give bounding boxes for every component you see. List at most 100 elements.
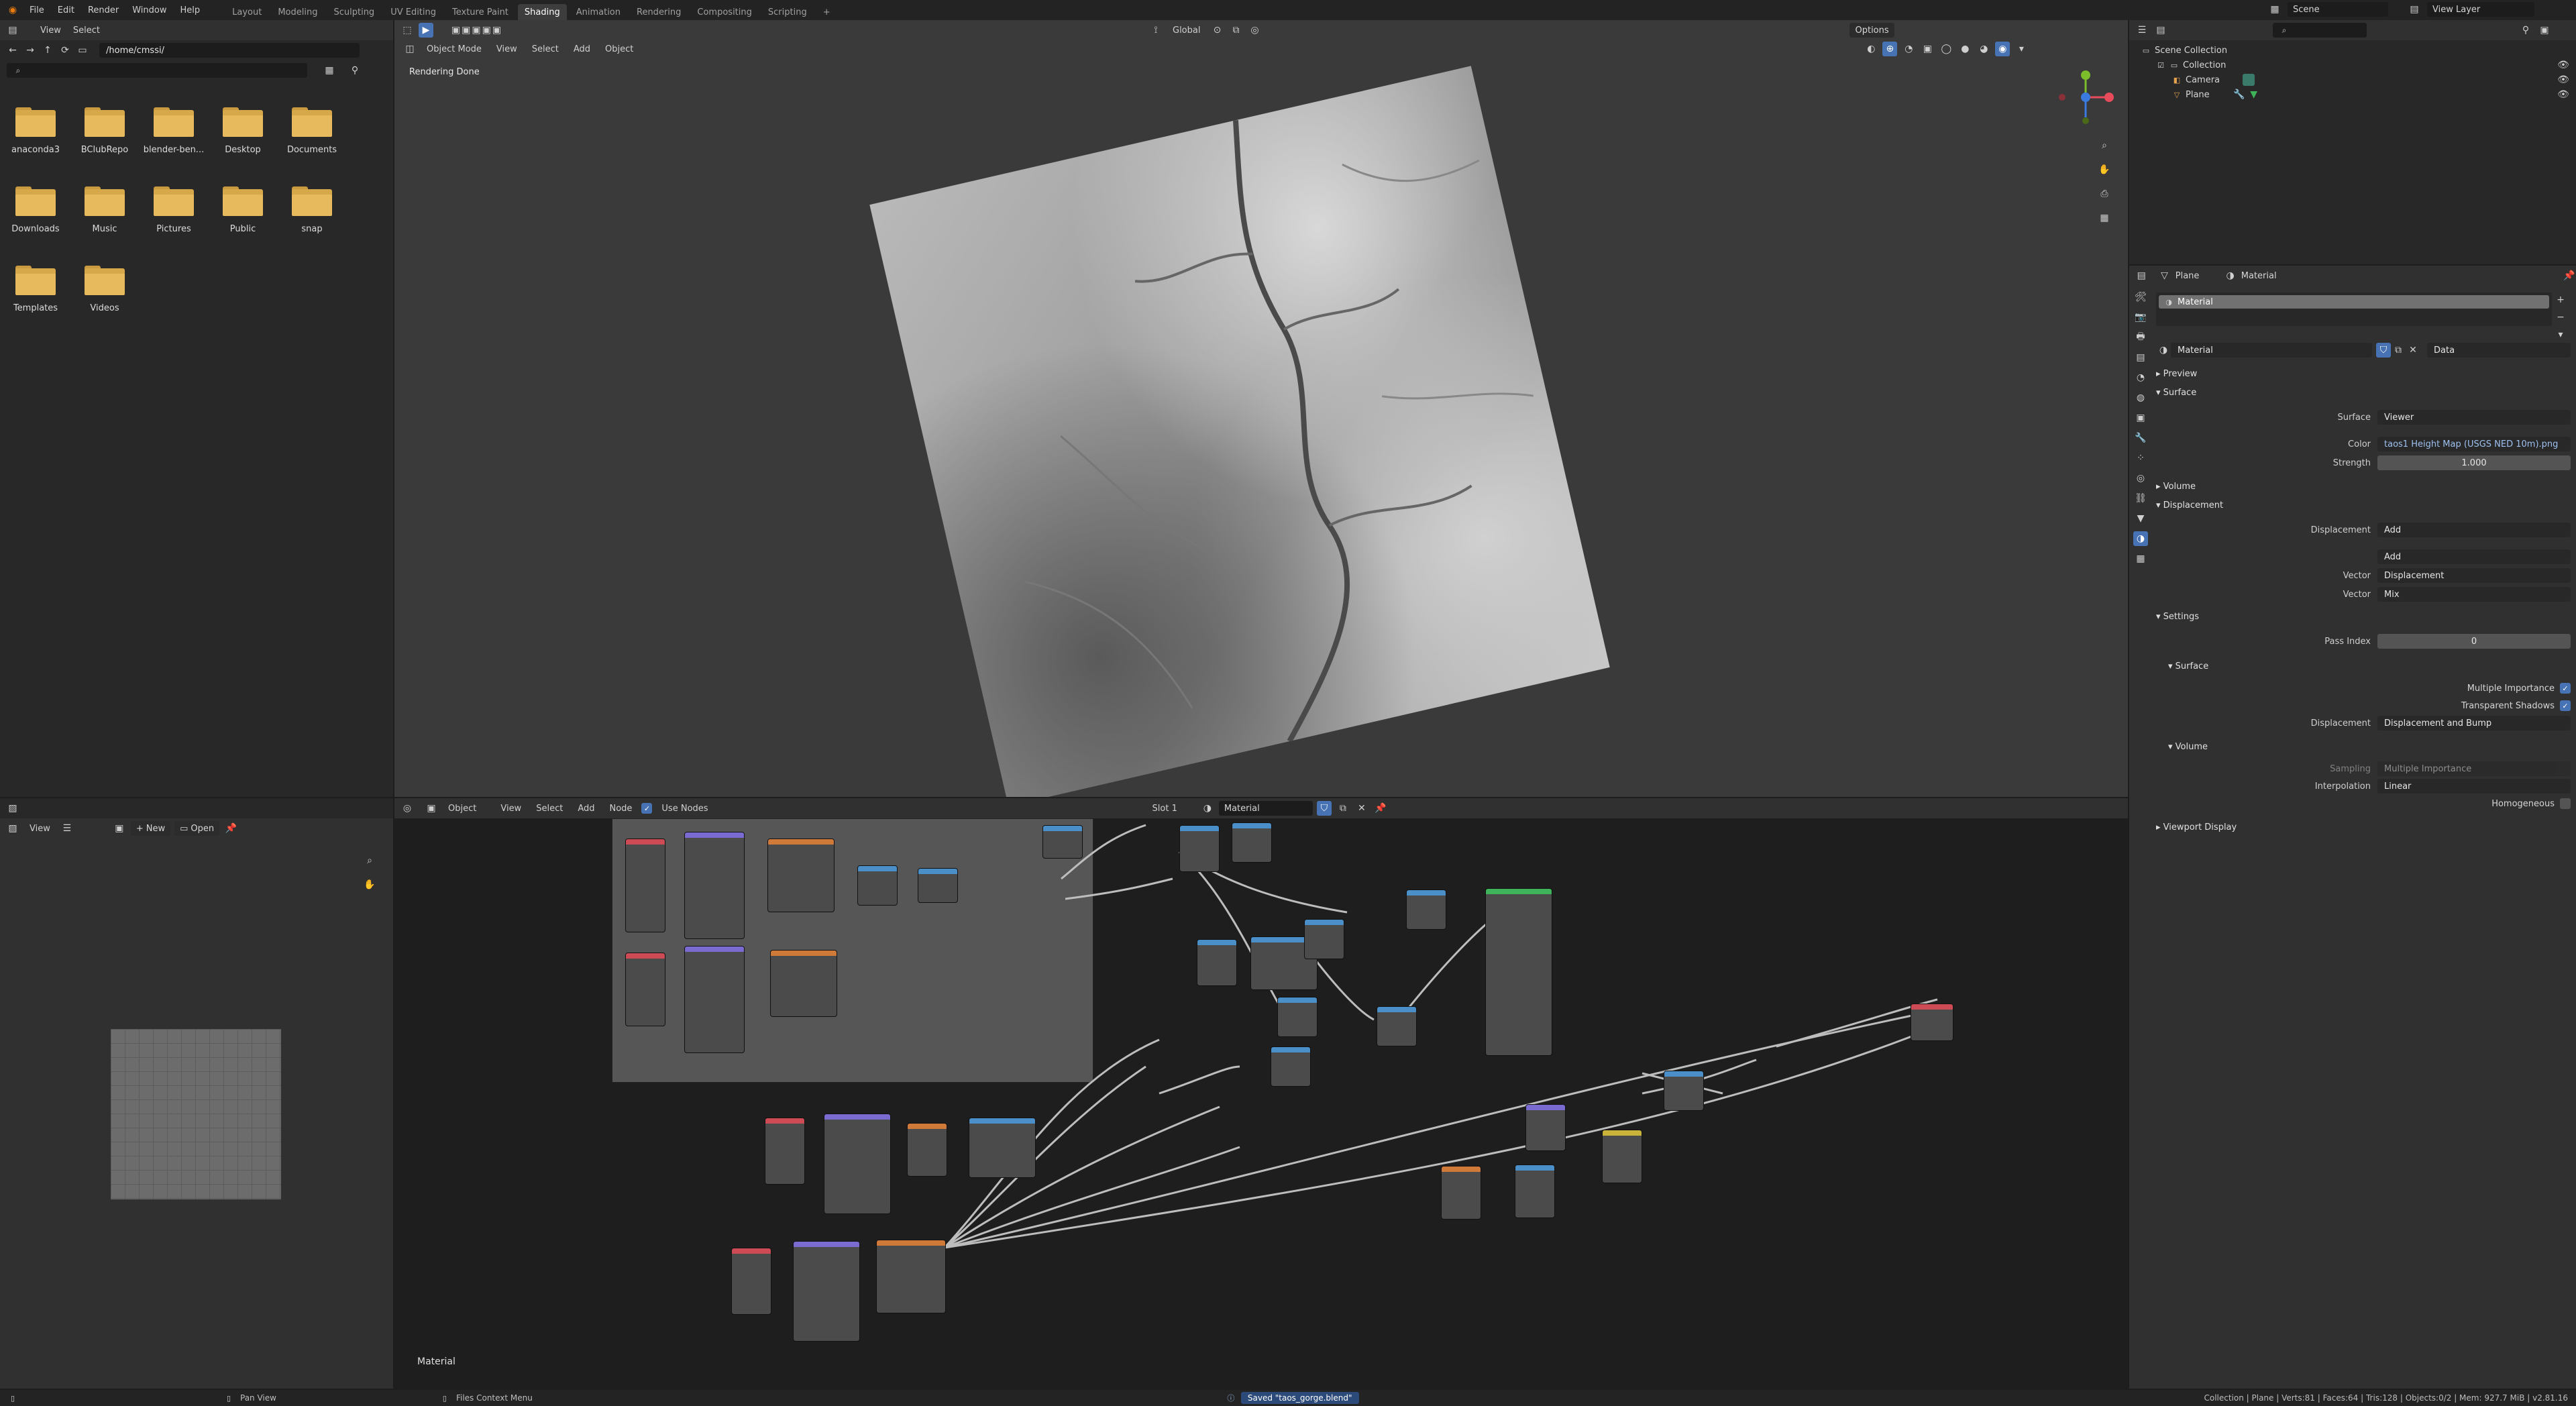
node-vector[interactable] [1042, 825, 1083, 859]
folder-item[interactable]: Documents [278, 107, 345, 155]
particles-tab-icon[interactable]: ⁘ [2133, 451, 2148, 466]
refresh-icon[interactable]: ⟳ [58, 43, 72, 58]
node-vector[interactable] [1277, 997, 1318, 1037]
new-folder-icon[interactable]: ▭ [75, 43, 90, 58]
blender-logo-icon[interactable]: ◉ [5, 3, 20, 17]
texture-tab-icon[interactable]: ▦ [2133, 551, 2148, 566]
section-surface[interactable]: ▾ Surface [2156, 388, 2196, 398]
vector1-field[interactable]: Displacement [2377, 568, 2571, 583]
menu-view[interactable]: View [35, 25, 66, 36]
menu-add[interactable]: Add [568, 44, 596, 54]
object-tab-icon[interactable]: ▣ [2133, 411, 2148, 425]
editor-type-icon[interactable]: ▤ [2135, 268, 2148, 283]
displacement-method-dropdown[interactable]: Displacement and Bump [2377, 716, 2571, 731]
wireframe-shading-icon[interactable]: ◯ [1939, 42, 1953, 56]
material-shading-icon[interactable]: ◕ [1976, 42, 1991, 56]
unlink-icon[interactable]: ✕ [2406, 343, 2420, 358]
editor-type-icon[interactable]: ⬚ [400, 23, 415, 38]
node-material-output[interactable] [1911, 1004, 1953, 1041]
solid-shading-icon[interactable]: ● [1957, 42, 1972, 56]
tab-layout[interactable]: Layout [225, 4, 268, 20]
eye-icon[interactable]: 👁 [2556, 72, 2571, 87]
add-dropdown[interactable]: Add [2377, 549, 2571, 564]
material-browse-icon[interactable]: ◑ [2156, 343, 2171, 358]
new-collection-icon[interactable]: ▣ [2537, 23, 2552, 38]
section-volume[interactable]: ▸ Volume [2156, 482, 2196, 492]
fake-user-icon[interactable]: ⛉ [2376, 343, 2391, 358]
node-texture[interactable] [1441, 1166, 1481, 1220]
menu-render[interactable]: Render [83, 5, 124, 15]
pivot-icon[interactable]: ⊙ [1210, 23, 1224, 38]
menu-edit[interactable]: Edit [52, 5, 80, 15]
outliner-item-camera[interactable]: ◧ Camera 👁 [2129, 72, 2576, 87]
filter-icon[interactable]: ⚲ [347, 63, 362, 78]
pin-icon[interactable]: 📌 [2563, 268, 2576, 283]
menu-object[interactable]: Object [600, 44, 639, 54]
outliner-item-collection[interactable]: ☑ ▭ Collection 👁 [2129, 58, 2576, 72]
menu-select[interactable]: Select [68, 25, 105, 36]
menu-select[interactable]: Select [527, 44, 564, 54]
folder-item[interactable]: Pictures [140, 186, 207, 234]
node-vector[interactable] [1406, 889, 1446, 930]
node-principled[interactable] [684, 832, 745, 939]
editor-type-icon[interactable]: ▨ [5, 801, 20, 816]
surface-shader-field[interactable]: Viewer [2377, 410, 2571, 425]
hamburger-icon[interactable]: ☰ [60, 821, 74, 836]
section-viewport-display[interactable]: ▸ Viewport Display [2156, 822, 2237, 832]
strength-field[interactable]: 1.000 [2377, 455, 2571, 470]
data-tab-icon[interactable]: ▼ [2133, 511, 2148, 526]
mode-icon[interactable]: ▨ [5, 821, 20, 836]
vector2-field[interactable]: Mix [2377, 587, 2571, 602]
add-slot-icon[interactable]: + [2553, 292, 2568, 307]
gizmo-icon[interactable]: ⊕ [1882, 42, 1898, 56]
section-settings-volume[interactable]: ▾ Volume [2168, 742, 2208, 752]
node-vector[interactable] [1515, 1165, 1555, 1218]
node-converter[interactable] [1602, 1130, 1642, 1183]
zoom-icon[interactable]: ⌕ [362, 853, 377, 868]
proportional-edit-icon[interactable]: ◎ [1247, 23, 1262, 38]
shading-options-icon[interactable]: ▾ [2014, 42, 2029, 56]
image-browse-icon[interactable]: ▣ [112, 821, 127, 836]
eye-icon[interactable]: 👁 [2556, 87, 2571, 102]
menu-view[interactable]: View [491, 44, 523, 54]
tab-scripting[interactable]: Scripting [761, 4, 814, 20]
node-principled-bsdf[interactable] [1485, 888, 1552, 1056]
link-dropdown[interactable]: Data [2427, 343, 2571, 358]
editor-type-icon[interactable]: ☰ [2135, 23, 2149, 38]
node-color-ramp[interactable] [969, 1118, 1036, 1178]
scene-tab-icon[interactable]: ◔ [2133, 370, 2148, 385]
add-workspace-button[interactable]: + [816, 4, 837, 20]
node-principled[interactable] [793, 1241, 860, 1342]
view-layer-tab-icon[interactable]: ▤ [2133, 350, 2148, 365]
world-tab-icon[interactable]: ◍ [2133, 390, 2148, 405]
ortho-grid-icon[interactable]: ▦ [2097, 211, 2112, 225]
remove-slot-icon[interactable]: − [2553, 310, 2568, 325]
tab-sculpting[interactable]: Sculpting [327, 4, 381, 20]
selection-mode-icon[interactable]: ▣▣▣▣▣ [447, 23, 507, 38]
section-settings[interactable]: ▾ Settings [2156, 612, 2199, 622]
node-vector[interactable] [1232, 822, 1272, 863]
section-preview[interactable]: ▸ Preview [2156, 369, 2197, 379]
tab-uv-editing[interactable]: UV Editing [384, 4, 443, 20]
navigation-gizmo[interactable] [2055, 67, 2116, 127]
display-mode-icon[interactable]: ▦ [322, 63, 337, 78]
outliner-search-input[interactable]: ⌕ [2273, 23, 2367, 38]
render-tab-icon[interactable]: 📷 [2133, 310, 2148, 325]
node-shader[interactable] [1525, 1104, 1566, 1151]
node-vector[interactable] [918, 868, 958, 903]
tool-tab-icon[interactable]: 🛠 [2133, 290, 2148, 305]
forward-icon[interactable]: → [23, 43, 38, 58]
duplicate-icon[interactable]: ⧉ [2391, 343, 2406, 358]
menu-file[interactable]: File [24, 5, 50, 15]
node-image-texture[interactable] [765, 1118, 805, 1185]
folder-item[interactable]: Desktop [209, 107, 276, 155]
transparent-shadows-checkbox[interactable]: ✓ [2560, 700, 2571, 711]
node-principled[interactable] [684, 946, 745, 1053]
folder-item[interactable]: Videos [71, 266, 138, 313]
menu-window[interactable]: Window [127, 5, 172, 15]
outliner-item-plane[interactable]: ▽ Plane 🔧 ▼ 👁 [2129, 87, 2576, 102]
editor-type-icon[interactable]: ▤ [5, 23, 20, 38]
xray-icon[interactable]: ▣ [1920, 42, 1935, 56]
modifier-tab-icon[interactable]: 🔧 [2133, 431, 2148, 445]
node-vector[interactable] [1271, 1046, 1311, 1087]
